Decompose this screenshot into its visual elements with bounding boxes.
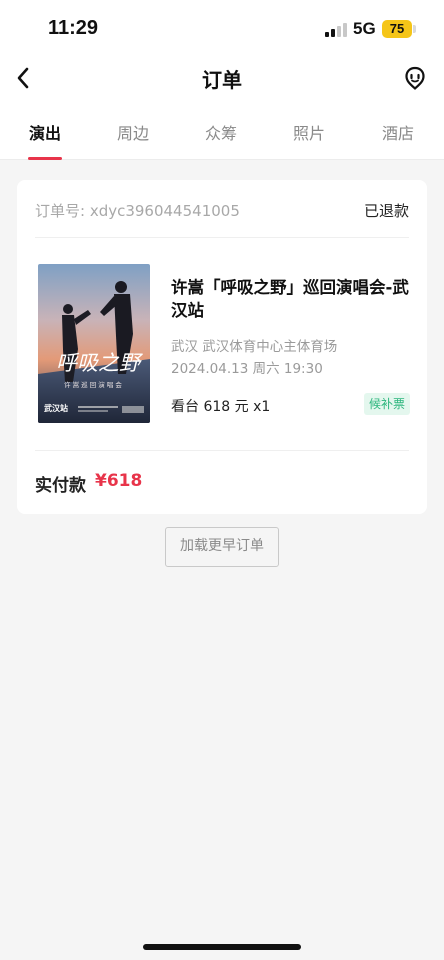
network-type: 5G	[353, 19, 376, 38]
battery-icon: 75	[382, 20, 412, 38]
status-time: 11:29	[48, 17, 99, 39]
status-bar: 11:29 5G 75	[0, 0, 444, 56]
waitlist-badge: 候补票	[364, 393, 410, 415]
divider	[35, 237, 409, 238]
show-venue: 武汉 武汉体育中心主体育场	[171, 339, 338, 355]
paid-label: 实付款	[35, 476, 86, 496]
ticket-info: 看台 618 元 x1	[171, 399, 271, 415]
load-earlier-orders-button[interactable]: 加载更早订单	[165, 527, 279, 567]
order-card[interactable]: 订单号: xdyc396044541005 已退款 呼吸之野 许 嵩 巡 回 演…	[17, 180, 427, 514]
active-tab-indicator	[28, 157, 62, 160]
tab-shows[interactable]: 演出	[15, 120, 75, 144]
nav-bar: 订单	[0, 56, 444, 102]
battery-cap	[413, 25, 416, 33]
tab-merch[interactable]: 周边	[103, 120, 163, 144]
order-status: 已退款	[363, 202, 409, 220]
divider	[35, 450, 409, 451]
order-number: 订单号: xdyc396044541005	[35, 202, 240, 220]
home-indicator[interactable]	[143, 944, 301, 950]
show-title[interactable]: 许嵩「呼吸之野」巡回演唱会-武汉站	[171, 276, 411, 322]
svg-text:呼吸之野: 呼吸之野	[56, 351, 144, 375]
show-poster[interactable]: 呼吸之野 许 嵩 巡 回 演 唱 会 武汉站	[38, 264, 150, 423]
customer-service-button[interactable]	[402, 65, 428, 91]
signal-icon	[325, 23, 347, 37]
customer-service-icon	[405, 66, 425, 90]
page-title: 订单	[202, 68, 242, 92]
svg-text:武汉站: 武汉站	[44, 403, 68, 413]
paid-amount: ¥618	[95, 471, 143, 491]
tab-photos[interactable]: 照片	[279, 120, 339, 144]
svg-text:许 嵩 巡 回 演 唱 会: 许 嵩 巡 回 演 唱 会	[64, 380, 122, 389]
tab-hotel[interactable]: 酒店	[368, 120, 428, 144]
order-category-tabs: 演出 周边 众筹 照片 酒店	[0, 102, 444, 160]
tab-crowdfunding[interactable]: 众筹	[191, 120, 251, 144]
show-datetime: 2024.04.13 周六 19:30	[171, 361, 323, 377]
